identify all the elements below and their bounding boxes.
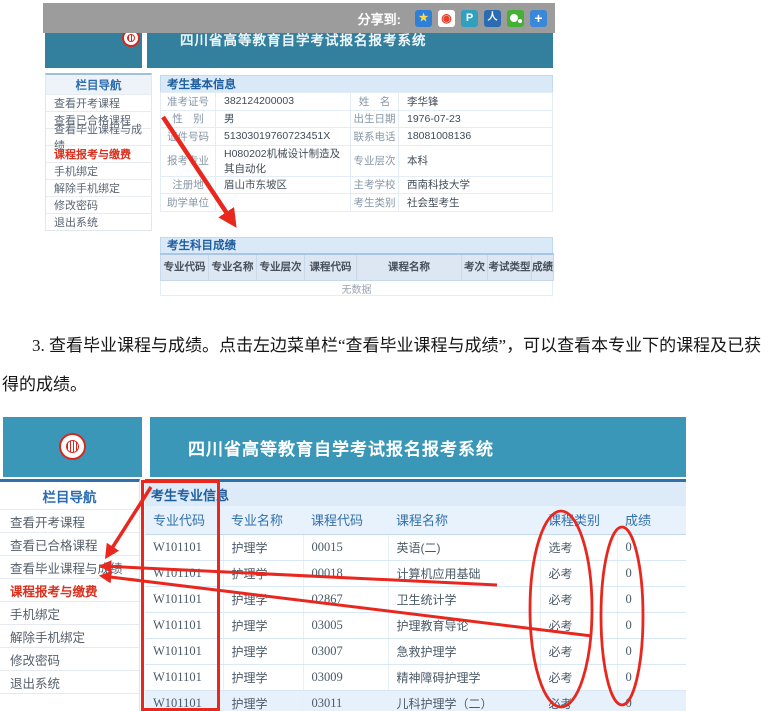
subject-scores-title: 考生科目成绩 xyxy=(160,237,553,253)
table-row: 准考证号 382124200003 姓 名 李华锋 xyxy=(161,93,553,111)
table-row: 证件号码 51303019760723451X 联系电话 18081008136 xyxy=(161,128,553,146)
sidebar-item-change-password[interactable]: 修改密码 xyxy=(46,196,151,213)
basic-info-title: 考生基本信息 xyxy=(160,75,553,92)
manual-page: 分享到: ★ ◉ P 人 + 四川省高等教育自学考试报名报考系统 栏目导航 查看… xyxy=(0,0,771,711)
sidebar-nav: 栏目导航 查看开考课程 查看已合格课程 查看毕业课程与成绩 课程报考与缴费 手机… xyxy=(45,73,152,231)
share-more-icon[interactable]: + xyxy=(530,10,547,27)
share-label: 分享到: xyxy=(358,9,401,28)
main-panel: 考生专业信息 专业代码 专业名称 课程代码 课程名称 课程类别 成绩 W1011… xyxy=(145,479,686,711)
sidebar-header: 栏目导航 xyxy=(46,75,151,94)
sidebar-item-logout[interactable]: 退出系统 xyxy=(0,671,139,694)
table-row: W101101 护理学 03005 护理教育导论 必考 0 xyxy=(145,612,686,638)
table-row: 注册地 眉山市东坡区 主考学校 西南科技大学 xyxy=(161,176,553,194)
header-title-bar: 四川省高等教育自学考试报名报考系统 xyxy=(150,417,686,477)
instruction-paragraph: 3. 查看毕业课程与成绩。点击左边菜单栏“查看毕业课程与成绩”，可以查看本专业下… xyxy=(2,326,770,404)
page-title: 四川省高等教育自学考试报名报考系统 xyxy=(188,435,494,460)
sidebar-item-passed-courses[interactable]: 查看已合格课程 xyxy=(0,533,139,556)
screenshot-basic-info: 分享到: ★ ◉ P 人 + 四川省高等教育自学考试报名报考系统 栏目导航 查看… xyxy=(43,3,555,283)
table-row: W101101 护理学 03007 急救护理学 必考 0 xyxy=(145,638,686,664)
table-row: W101101 护理学 03011 儿科护理学（二） 必考 0 xyxy=(145,690,686,711)
sidebar-item-bind-phone[interactable]: 手机绑定 xyxy=(46,162,151,179)
pengyou-icon[interactable]: P xyxy=(461,10,478,27)
sidebar-item-graduation-scores[interactable]: 查看毕业课程与成绩 xyxy=(46,128,151,145)
table-row: W101101 护理学 00018 计算机应用基础 必考 0 xyxy=(145,560,686,586)
table-row: 报考专业 H080202机械设计制造及其自动化 专业层次 本科 xyxy=(161,145,553,176)
sidebar-nav: 栏目导航 查看开考课程 查看已合格课程 查看毕业课程与成绩 课程报考与缴费 手机… xyxy=(0,479,140,711)
major-info-title: 考生专业信息 xyxy=(145,482,686,506)
sidebar-item-logout[interactable]: 退出系统 xyxy=(46,213,151,230)
sidebar-item-open-courses[interactable]: 查看开考课程 xyxy=(0,510,139,533)
sidebar-item-change-password[interactable]: 修改密码 xyxy=(0,648,139,671)
no-data-row: 无数据 xyxy=(160,281,553,296)
sidebar-item-graduation-scores[interactable]: 查看毕业课程与成绩 xyxy=(0,556,139,579)
qzone-icon[interactable]: ★ xyxy=(415,10,432,27)
major-info-table: 专业代码 专业名称 课程代码 课程名称 课程类别 成绩 W101101 护理学 … xyxy=(145,506,686,711)
sidebar-item-open-courses[interactable]: 查看开考课程 xyxy=(46,94,151,111)
sidebar-header: 栏目导航 xyxy=(0,482,139,510)
table-row: W101101 护理学 02867 卫生统计学 必考 0 xyxy=(145,586,686,612)
sidebar-item-bind-phone[interactable]: 手机绑定 xyxy=(0,602,139,625)
table-row: W101101 护理学 00015 英语(二) 选考 0 xyxy=(145,534,686,560)
seal-logo-icon xyxy=(59,433,86,460)
subject-scores-header: 专业代码 专业名称 专业层次 课程代码 课程名称 考次 考试类型 成绩 xyxy=(160,253,554,282)
weibo-icon[interactable]: ◉ xyxy=(438,10,455,27)
sidebar-item-register-pay[interactable]: 课程报考与缴费 xyxy=(0,579,139,602)
table-header-row: 专业代码 专业名称 课程代码 课程名称 课程类别 成绩 xyxy=(145,506,686,534)
screenshot-major-courses: 四川省高等教育自学考试报名报考系统 栏目导航 查看开考课程 查看已合格课程 查看… xyxy=(0,415,686,711)
sidebar-item-unbind-phone[interactable]: 解除手机绑定 xyxy=(0,625,139,648)
renren-icon[interactable]: 人 xyxy=(484,10,501,27)
sidebar-item-unbind-phone[interactable]: 解除手机绑定 xyxy=(46,179,151,196)
header-logo-panel xyxy=(3,417,142,477)
table-row: 助学单位 考生类别 社会型考生 xyxy=(161,194,553,212)
basic-info-table: 准考证号 382124200003 姓 名 李华锋 性 别 男 出生日期 197… xyxy=(160,92,553,212)
wechat-icon[interactable] xyxy=(507,10,524,27)
table-row: W101101 护理学 03009 精神障碍护理学 必考 0 xyxy=(145,664,686,690)
table-row: 性 别 男 出生日期 1976-07-23 xyxy=(161,110,553,128)
share-bar: 分享到: ★ ◉ P 人 + xyxy=(43,3,555,33)
main-panel: 考生基本信息 准考证号 382124200003 姓 名 李华锋 性 别 男 出… xyxy=(160,75,553,296)
